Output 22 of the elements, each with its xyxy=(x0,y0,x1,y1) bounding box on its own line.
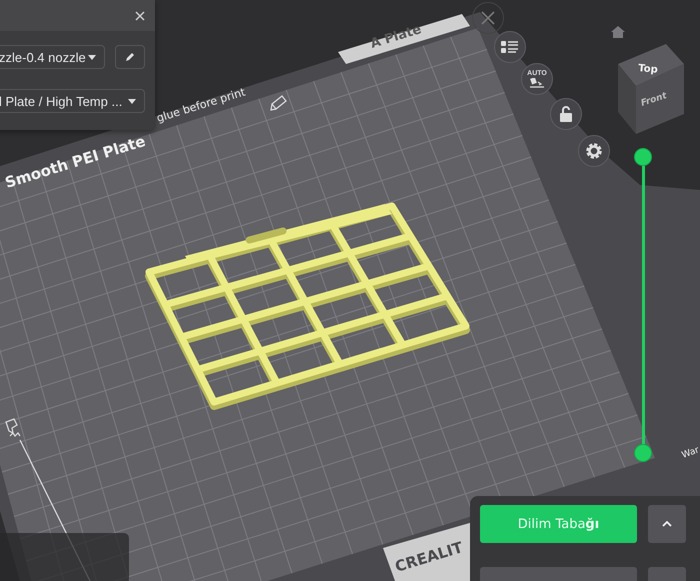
slider-handle[interactable] xyxy=(634,148,652,166)
dropdown[interactable]: l Plate / High Temp ... xyxy=(0,89,145,113)
pencil-icon[interactable] xyxy=(270,95,287,111)
list-icon xyxy=(501,40,519,54)
caret-icon xyxy=(128,98,136,104)
padlock-icon xyxy=(559,106,573,122)
list-button[interactable] xyxy=(494,31,526,63)
arrange-icon xyxy=(529,78,545,88)
caret-up-icon xyxy=(662,521,672,527)
close-icon xyxy=(135,10,145,20)
plate-name: A Plate xyxy=(368,22,424,52)
close-icon xyxy=(480,10,496,26)
edit-button[interactable] xyxy=(115,45,145,69)
settings-icon xyxy=(585,142,603,160)
pencil-icon xyxy=(125,52,135,62)
caret-icon xyxy=(88,54,96,60)
dropdown-value: l Plate / High Temp ... xyxy=(0,94,122,108)
slider-handle[interactable] xyxy=(634,444,652,462)
plate-notice: glue before print xyxy=(155,86,247,125)
home-icon[interactable] xyxy=(611,26,625,38)
close-button[interactable] xyxy=(133,8,147,22)
corner-label: War xyxy=(680,445,700,461)
